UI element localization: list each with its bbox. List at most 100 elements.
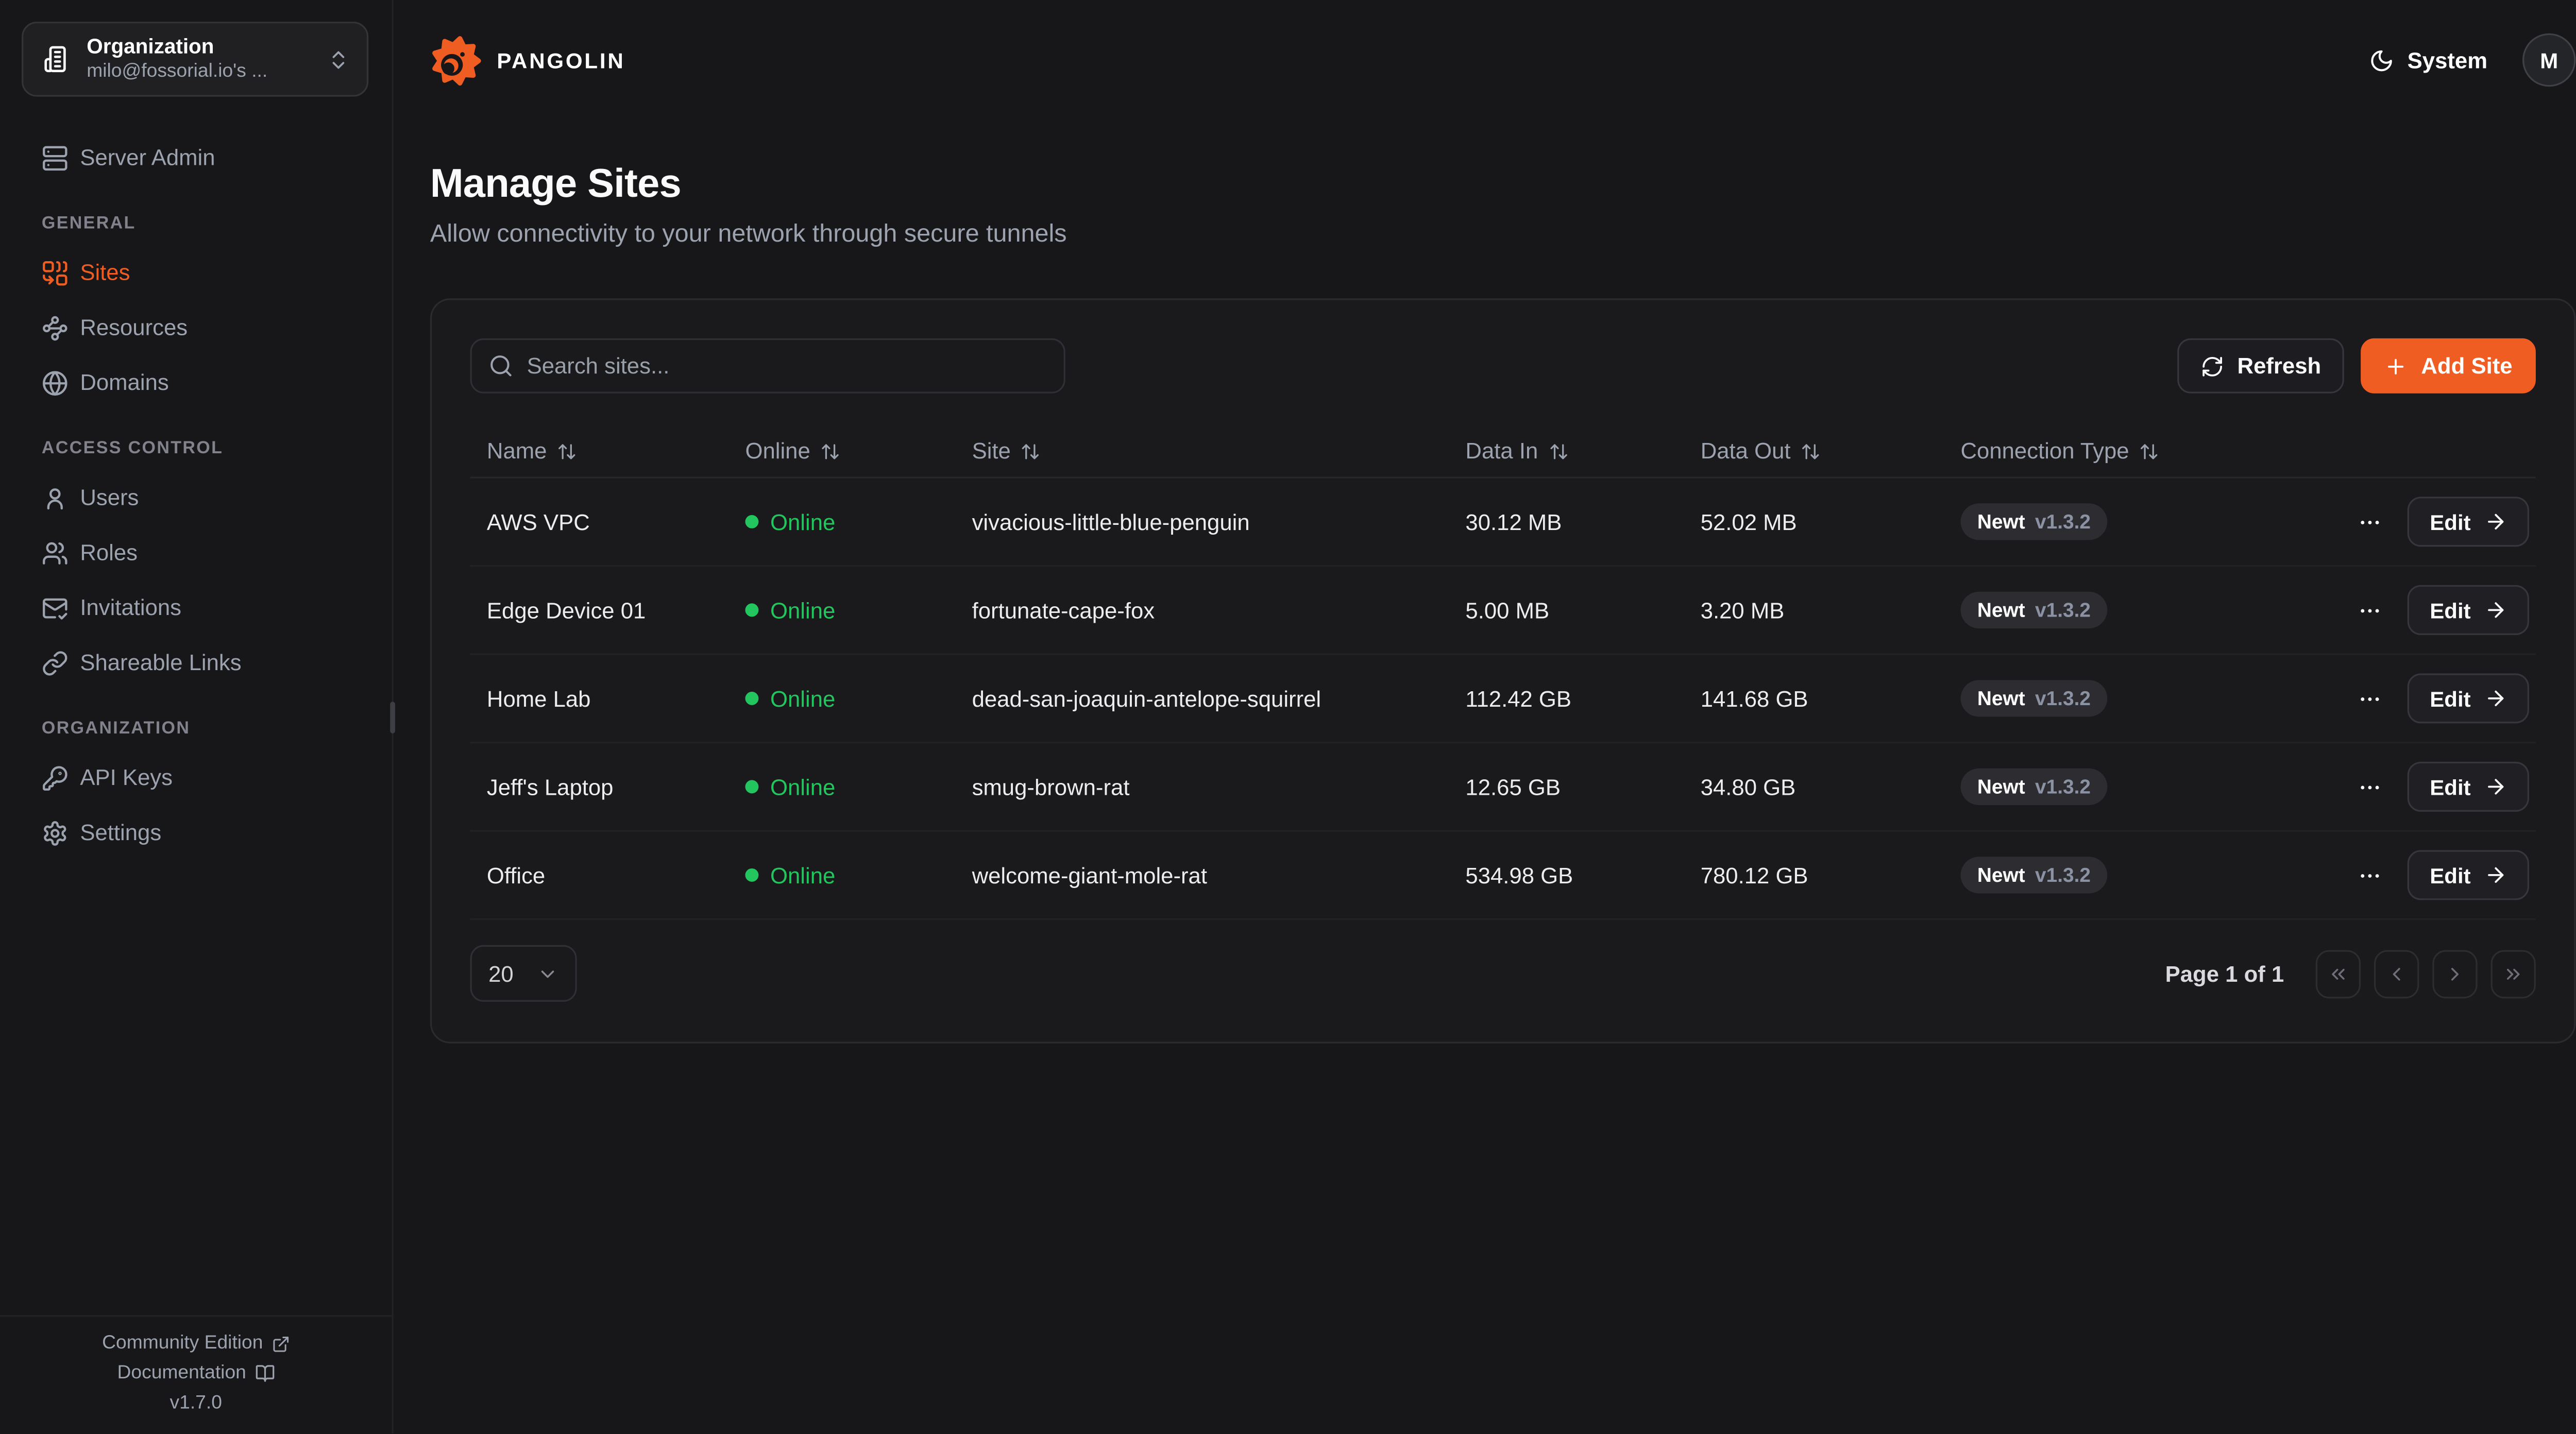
sidebar-item-sites[interactable]: Sites [22,245,368,300]
chevron-left-icon [2386,963,2408,984]
table-row: AWS VPC Online vivacious-little-blue-pen… [470,479,2536,567]
org-texts: Organization milo@fossorial.io's ... [87,34,312,84]
sidebar-item-shareable-links[interactable]: Shareable Links [22,635,368,690]
sidebar: Organization milo@fossorial.io's ... Ser… [0,0,394,1434]
online-status: Online [745,774,972,799]
community-edition-link[interactable]: Community Edition [102,1334,290,1354]
connection-type-badge: Newtv1.3.2 [1961,592,2108,628]
column-header-data-out[interactable]: Data Out [1701,438,1961,464]
topbar-right: System M [2369,33,2575,87]
connection-type-badge: Newtv1.3.2 [1961,680,2108,716]
sidebar-item-label: Shareable Links [80,650,241,675]
connection-type-badge: Newtv1.3.2 [1961,857,2108,893]
sidebar-item-label: Invitations [80,595,181,620]
table-row: Jeff's Laptop Online smug-brown-rat 12.6… [470,743,2536,832]
connection-type-badge: Newtv1.3.2 [1961,769,2108,805]
avatar-initial: M [2540,47,2558,73]
documentation-link[interactable]: Documentation [117,1364,275,1384]
pangolin-logo-icon [430,34,482,86]
add-site-button[interactable]: Add Site [2361,338,2536,394]
table-row: Edge Device 01 Online fortunate-cape-fox… [470,567,2536,655]
column-header-online[interactable]: Online [745,438,972,464]
row-menu-button[interactable] [2358,767,2383,807]
row-menu-button[interactable] [2358,590,2383,630]
online-dot-icon [745,868,758,882]
search-input[interactable] [470,338,1065,394]
online-dot-icon [745,603,758,617]
sort-icon [1801,441,1821,461]
site-slug: smug-brown-rat [972,774,1466,799]
table-row: Office Online welcome-giant-mole-rat 534… [470,832,2536,920]
row-menu-button[interactable] [2358,678,2383,719]
column-header-data-in[interactable]: Data In [1465,438,1700,464]
sidebar-footer: Community Edition Documentation v1.7.0 [0,1316,392,1434]
combine-icon [42,259,69,286]
sidebar-item-users[interactable]: Users [22,470,368,525]
column-header-connection-type[interactable]: Connection Type [1961,438,2261,464]
previous-page-button[interactable] [2374,949,2419,998]
row-menu-button[interactable] [2358,855,2383,895]
next-page-button[interactable] [2432,949,2477,998]
column-label: Data Out [1701,438,1791,464]
sidebar-item-invitations[interactable]: Invitations [22,580,368,635]
sort-icon [1021,441,1041,461]
sidebar-item-domains[interactable]: Domains [22,355,368,410]
row-menu-button[interactable] [2358,502,2383,542]
refresh-label: Refresh [2238,353,2321,379]
online-dot-icon [745,692,758,705]
search-icon [488,353,514,379]
site-name: Edge Device 01 [487,598,745,623]
edit-button[interactable]: Edit [2408,585,2529,635]
add-site-label: Add Site [2421,353,2512,379]
chevrons-left-icon [2327,963,2349,984]
edit-button[interactable]: Edit [2408,850,2529,900]
sidebar-item-api-keys[interactable]: API Keys [22,750,368,805]
last-page-button[interactable] [2491,949,2536,998]
column-header-name[interactable]: Name [487,438,745,464]
data-in: 30.12 MB [1465,509,1700,535]
sidebar-section-access-control: ACCESS CONTROL [22,438,368,458]
connection-type-badge: Newtv1.3.2 [1961,503,2108,540]
avatar[interactable]: M [2522,33,2576,87]
site-slug: vivacious-little-blue-penguin [972,509,1466,535]
sidebar-item-roles[interactable]: Roles [22,525,368,580]
column-label: Connection Type [1961,438,2129,464]
sidebar-item-resources[interactable]: Resources [22,300,368,355]
org-switcher[interactable]: Organization milo@fossorial.io's ... [22,22,368,97]
edit-button[interactable]: Edit [2408,673,2529,723]
arrow-right-icon [2484,775,2507,798]
waypoints-icon [42,314,69,341]
site-name: AWS VPC [487,509,745,535]
page-title: Manage Sites [430,162,2576,209]
brand[interactable]: PANGOLIN [430,34,625,86]
online-dot-icon [745,515,758,528]
topbar: PANGOLIN System M [430,0,2576,120]
moon-icon [2369,47,2394,73]
edit-button[interactable]: Edit [2408,497,2529,547]
sidebar-resize-handle[interactable] [390,702,395,733]
page-subtitle: Allow connectivity to your network throu… [430,220,2576,248]
page-size-select[interactable]: 20 [470,945,577,1002]
first-page-button[interactable] [2316,949,2361,998]
row-actions: Edit [2261,585,2536,635]
refresh-button[interactable]: Refresh [2177,338,2345,394]
key-icon [42,764,69,791]
column-label: Name [487,438,547,464]
site-slug: dead-san-joaquin-antelope-squirrel [972,686,1466,711]
edit-button[interactable]: Edit [2408,762,2529,812]
sites-table: Name Online Site Data In Data Out Connec… [470,425,2536,920]
sidebar-item-label: Resources [80,315,188,340]
column-header-site[interactable]: Site [972,438,1466,464]
theme-label: System [2408,47,2487,73]
site-name: Home Lab [487,686,745,711]
sidebar-item-label: Sites [80,260,130,285]
theme-toggle[interactable]: System [2369,47,2487,73]
toolbar-actions: Refresh Add Site [2177,338,2536,394]
sidebar-item-server-admin[interactable]: Server Admin [22,130,368,185]
sidebar-item-settings[interactable]: Settings [22,805,368,860]
building-icon [43,45,72,73]
online-status: Online [745,863,972,888]
sidebar-content: Organization milo@fossorial.io's ... Ser… [0,0,392,1316]
app-stage: Organization milo@fossorial.io's ... Ser… [0,0,2576,1434]
online-dot-icon [745,780,758,793]
